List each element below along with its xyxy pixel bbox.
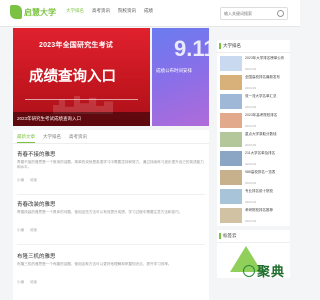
item-title[interactable]: 211大学名单及排名 xyxy=(245,151,287,161)
sidebar-list-item[interactable]: 考研院校排名推荐 2023-09 xyxy=(220,208,287,225)
logo-text: 启慧大学 xyxy=(24,7,56,17)
sidebar-list-item[interactable]: 2023年高考院校排名 2023-09 xyxy=(220,113,287,130)
item-thumbnail xyxy=(220,56,242,71)
item-thumbnail xyxy=(220,189,242,204)
item-thumbnail xyxy=(220,170,242,185)
item-title[interactable]: 2023年高考院校排名 xyxy=(245,113,287,123)
hero-banner[interactable]: 2023年全国研究生考试 成绩查询入口 2023年研究生考试成绩查询入口 xyxy=(13,28,150,126)
banner-divider xyxy=(25,99,138,100)
article-meta: 小编 阅读 xyxy=(17,178,205,183)
side-banner-number: 9.11 xyxy=(174,36,209,61)
item-thumbnail xyxy=(220,208,242,223)
side-banner[interactable]: 9.11 成绩公布时间安排 xyxy=(152,28,209,126)
sidebar-list-item[interactable]: 2023年大学排名榜单公布 2023-09 xyxy=(220,56,287,73)
sidebar-list-item[interactable]: 专业排名前十院校 2023-09 xyxy=(220,189,287,206)
watermark-logo-icon xyxy=(243,264,255,277)
article-meta: 小编 阅读 xyxy=(17,280,205,285)
article-title[interactable]: 青春改装的雅思 xyxy=(17,200,205,208)
side-banner-text: 成绩公布时间安排 xyxy=(156,68,192,73)
search-icon[interactable] xyxy=(277,10,284,17)
search-box xyxy=(220,7,288,20)
main-nav: 大学排名 高考资讯 院校资讯 成绩 xyxy=(66,8,153,14)
ranking-card: 大学排名 2023年大学排名榜单公布 2023-09 全国高校排名最新发布 20… xyxy=(217,40,290,226)
tab-latest[interactable]: 最新文章 xyxy=(17,130,35,143)
tag-card-title: 标签云 xyxy=(217,230,290,243)
article-divider xyxy=(17,194,205,195)
tab-gaokao[interactable]: 高考资讯 xyxy=(69,130,87,143)
sidebar-list-item[interactable]: 211大学名单及排名 2023-09 xyxy=(220,151,287,168)
nav-item-gaokao[interactable]: 高考资讯 xyxy=(92,8,110,14)
article-item[interactable]: 布隆三机的雅思 布隆三机的雅思是一个有趣的话题，使用这种方法可以更好地理解和掌握… xyxy=(17,252,205,285)
article-author: 小编 xyxy=(17,228,24,232)
article-title[interactable]: 青春不接的雅思 xyxy=(17,150,205,158)
watermark-text: 聚典 xyxy=(257,264,286,279)
article-tabs: 最新文章 大学排名 高考资讯 xyxy=(13,130,209,144)
article-divider xyxy=(17,244,205,245)
top-navbar: 启慧大学 大学排名 高考资讯 院校资讯 成绩 xyxy=(0,0,300,27)
sidebar-list-item[interactable]: 985高校排名一览表 2023-09 xyxy=(220,170,287,187)
site-logo[interactable]: 启慧大学 xyxy=(10,5,56,19)
item-date: 2023-09 xyxy=(245,200,257,204)
sidebar-list-item[interactable]: 全国高校排名最新发布 2023-09 xyxy=(220,75,287,92)
sidebar-list-item[interactable]: 双一流大学名单汇总 2023-09 xyxy=(220,94,287,111)
article-desc: 青春不接的雅思是一个常用的话题，简单的说就是英语学习中需要坚持和努力，通过持续练… xyxy=(17,160,204,169)
article-desc: 青春改装的雅思是一个具体的问题，使用这些方法可以有效提升成绩，学习过程中需要注意… xyxy=(17,210,183,214)
watermark: 聚典 xyxy=(243,261,285,280)
item-date: 2023-09 xyxy=(245,181,257,185)
banner-caption: 2023年研究生考试成绩查询入口 xyxy=(13,112,150,126)
item-date: 2023-09 xyxy=(245,143,257,147)
search-input[interactable] xyxy=(224,9,274,17)
item-thumbnail xyxy=(220,75,242,90)
item-date: 2023-09 xyxy=(245,67,257,71)
article-views: 阅读 xyxy=(30,280,37,284)
item-date: 2023-09 xyxy=(245,124,257,128)
item-title[interactable]: 双一流大学名单汇总 xyxy=(245,94,287,104)
article-author: 小编 xyxy=(17,178,24,182)
article-views: 阅读 xyxy=(30,228,37,232)
sidebar-list-item[interactable]: 重点大学录取分数线 2023-09 xyxy=(220,132,287,149)
item-thumbnail xyxy=(220,113,242,128)
nav-item-ranking[interactable]: 大学排名 xyxy=(66,8,84,14)
item-thumbnail xyxy=(220,94,242,109)
banner-row: 2023年全国研究生考试 成绩查询入口 2023年研究生考试成绩查询入口 9.1… xyxy=(13,28,209,126)
item-title[interactable]: 专业排名前十院校 xyxy=(245,189,287,199)
article-title[interactable]: 布隆三机的雅思 xyxy=(17,252,205,260)
article-author: 小编 xyxy=(17,280,24,284)
tab-ranking[interactable]: 大学排名 xyxy=(43,130,61,143)
ranking-card-title: 大学排名 xyxy=(217,40,290,53)
article-views: 阅读 xyxy=(30,178,37,182)
item-title[interactable]: 2023年大学排名榜单公布 xyxy=(245,56,287,66)
item-date: 2023-09 xyxy=(245,105,257,109)
article-item[interactable]: 青春不接的雅思 青春不接的雅思是一个常用的话题，简单的说就是英语学习中需要坚持和… xyxy=(17,150,205,183)
item-date: 2023-09 xyxy=(245,86,257,90)
item-date: 2023-09 xyxy=(245,162,257,166)
article-desc: 布隆三机的雅思是一个有趣的话题，使用这种方法可以更好地理解和掌握知识点，提升学习… xyxy=(17,262,172,266)
item-thumbnail xyxy=(220,151,242,166)
item-title[interactable]: 考研院校排名推荐 xyxy=(245,208,287,218)
nav-item-college[interactable]: 院校资讯 xyxy=(118,8,136,14)
main-content: 2023年全国研究生考试 成绩查询入口 2023年研究生考试成绩查询入口 9.1… xyxy=(13,28,209,126)
item-title[interactable]: 重点大学录取分数线 xyxy=(245,132,287,142)
item-date: 2023-09 xyxy=(245,219,257,223)
banner-title: 2023年全国研究生考试 xyxy=(39,42,113,49)
item-title[interactable]: 985高校排名一览表 xyxy=(245,170,287,180)
item-title[interactable]: 全国高校排名最新发布 xyxy=(245,75,287,85)
article-panel: 最新文章 大学排名 高考资讯 青春不接的雅思 青春不接的雅思是一个常用的话题，简… xyxy=(13,130,209,300)
article-item[interactable]: 青春改装的雅思 青春改装的雅思是一个具体的问题，使用这些方法可以有效提升成绩，学… xyxy=(17,200,205,233)
banner-headline: 成绩查询入口 xyxy=(29,69,116,85)
article-meta: 小编 阅读 xyxy=(17,228,205,233)
item-thumbnail xyxy=(220,132,242,147)
logo-mark-icon xyxy=(10,5,22,19)
nav-item-score[interactable]: 成绩 xyxy=(144,8,153,14)
sidebar: 大学排名 2023年大学排名榜单公布 2023-09 全国高校排名最新发布 20… xyxy=(217,28,290,300)
